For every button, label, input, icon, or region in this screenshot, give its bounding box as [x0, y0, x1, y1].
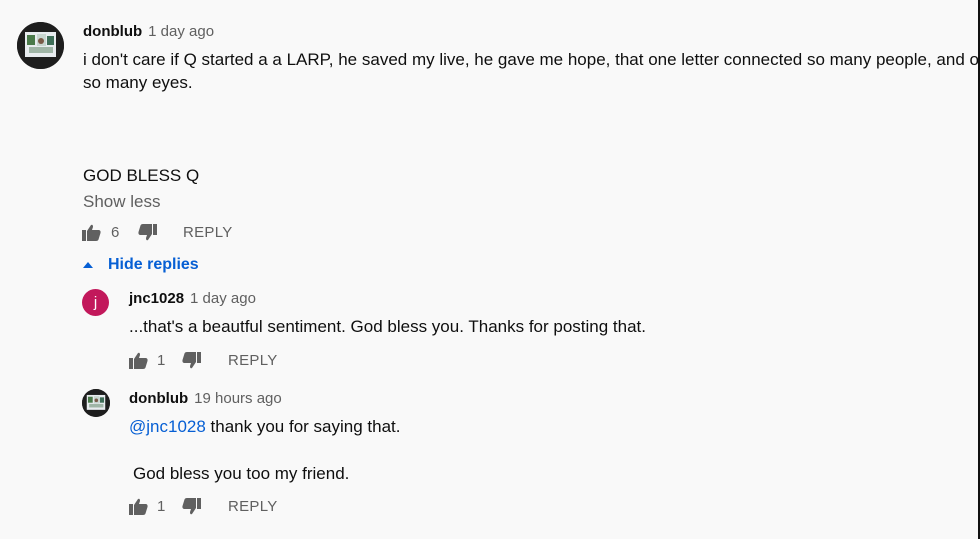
reply-text-line2: God bless you too my friend. [133, 464, 350, 483]
thumb-up-icon[interactable] [128, 350, 148, 370]
thumb-down-icon[interactable] [181, 350, 201, 370]
reply-author[interactable]: jnc1028 [129, 290, 184, 307]
thumb-down-icon[interactable] [181, 496, 201, 516]
reply-author[interactable]: donblub [129, 390, 188, 407]
avatar[interactable] [17, 22, 64, 69]
avatar-image [17, 22, 64, 69]
comment-text-line2: so many eyes. [83, 73, 193, 92]
comment-header: donblub 1 day ago [83, 23, 214, 41]
avatar-letter: j [93, 294, 98, 311]
reply-avatar[interactable] [82, 389, 110, 417]
reply-actions: 1 REPLY [128, 350, 278, 370]
thumb-up-icon[interactable] [128, 496, 148, 516]
show-less-button[interactable]: Show less [83, 190, 160, 213]
comment-text-line3: GOD BLESS Q [83, 166, 200, 185]
like-count: 1 [157, 497, 166, 515]
comment-time[interactable]: 1 day ago [148, 23, 214, 40]
comment-author[interactable]: donblub [83, 23, 142, 40]
reply-avatar[interactable]: j [82, 289, 109, 316]
reply-button[interactable]: REPLY [228, 352, 278, 369]
reply-header: donblub 19 hours ago [129, 390, 282, 408]
reply-time[interactable]: 1 day ago [190, 290, 256, 307]
comment-text-line1: i don't care if Q started a a LARP, he s… [83, 50, 980, 69]
caret-up-icon [83, 262, 93, 268]
hide-replies-button[interactable]: Hide replies [83, 256, 199, 274]
hide-replies-label: Hide replies [108, 256, 199, 273]
reply-time[interactable]: 19 hours ago [194, 390, 282, 407]
comment-actions: 6 REPLY [81, 222, 233, 242]
reply-actions: 1 REPLY [128, 496, 278, 516]
like-count: 1 [157, 351, 166, 369]
reply-button[interactable]: REPLY [183, 224, 233, 241]
avatar-image [82, 389, 110, 417]
thumb-up-icon[interactable] [81, 222, 101, 242]
reply-text: @jnc1028 thank you for saying that. [129, 415, 400, 438]
mention-link[interactable]: @jnc1028 [129, 417, 206, 436]
thumb-down-icon[interactable] [137, 222, 157, 242]
reply-button[interactable]: REPLY [228, 498, 278, 515]
reply-header: jnc1028 1 day ago [129, 290, 256, 308]
like-count: 6 [111, 223, 120, 241]
reply-text: ...that's a beautful sentiment. God bles… [129, 317, 647, 336]
reply-text-body: thank you for saying that. [205, 417, 401, 436]
